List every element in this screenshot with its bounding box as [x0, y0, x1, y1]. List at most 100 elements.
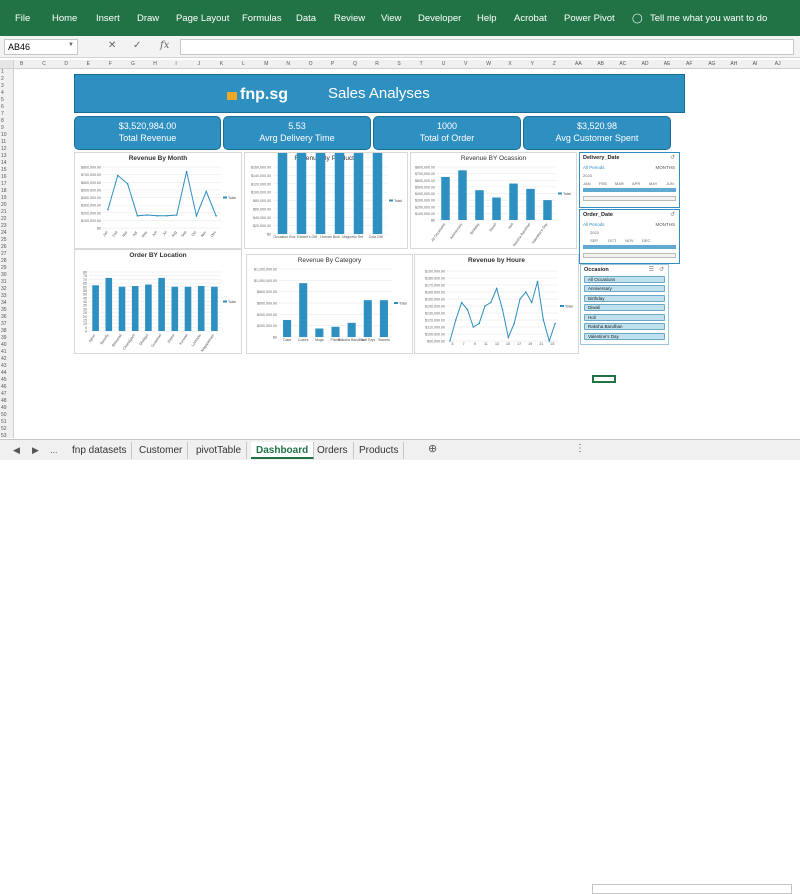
column-header[interactable]: T	[420, 61, 423, 67]
month-label[interactable]: MAR	[615, 181, 624, 186]
column-header[interactable]: AB	[597, 61, 604, 67]
sheet-tab-orders[interactable]: Orders	[312, 442, 354, 459]
data-point[interactable]	[146, 214, 149, 216]
column-header[interactable]: AF	[686, 61, 692, 67]
data-point[interactable]	[525, 291, 527, 293]
row-header[interactable]: 48	[1, 398, 7, 404]
tab-insert[interactable]: Insert	[96, 13, 120, 24]
tell-me-search[interactable]: Tell me what you want to do	[650, 13, 767, 24]
bar[interactable]	[509, 183, 518, 220]
month-label[interactable]: DEC	[642, 238, 650, 243]
data-point[interactable]	[116, 174, 119, 177]
data-point[interactable]	[507, 336, 510, 339]
data-point[interactable]	[136, 215, 139, 217]
bar[interactable]	[211, 286, 218, 331]
row-header[interactable]: 50	[1, 412, 7, 418]
tab-draw[interactable]: Draw	[137, 13, 159, 24]
row-header[interactable]: 23	[1, 223, 7, 229]
chart-revenue-by-occasion[interactable]: Revenue BY Ocassion $0 $100,000.00 $200,000…	[410, 152, 577, 249]
column-header[interactable]: AA	[575, 61, 582, 67]
row-header[interactable]: 20	[1, 202, 7, 208]
data-point[interactable]	[478, 322, 480, 325]
clear-filter-icon[interactable]: ↺	[670, 211, 675, 218]
column-header[interactable]: I	[175, 61, 176, 67]
sheet-tab-fnp-datasets[interactable]: fnp datasets	[67, 442, 133, 459]
row-header[interactable]: 47	[1, 391, 7, 397]
row-header[interactable]: 19	[1, 195, 7, 201]
column-header[interactable]: AD	[642, 61, 649, 67]
clear-filter-icon[interactable]: ↺	[670, 154, 675, 161]
bar[interactable]	[299, 283, 308, 337]
data-point[interactable]	[215, 215, 217, 217]
tab-formulas[interactable]: Formulas	[242, 13, 282, 24]
row-header[interactable]: 38	[1, 328, 7, 334]
scroll-left-icon[interactable]: ◀	[13, 445, 20, 456]
chart-revenue-by-product[interactable]: Revenue By Producte $0 $20,000.00 $40,000.0…	[244, 152, 408, 249]
slicer-item[interactable]: Valentine's Day	[584, 333, 665, 340]
row-header[interactable]: 21	[1, 209, 7, 215]
month-label[interactable]: SEP	[590, 238, 598, 243]
column-header[interactable]: AC	[619, 61, 626, 67]
row-header[interactable]: 13	[1, 153, 7, 159]
row-header[interactable]: 51	[1, 419, 7, 425]
row-header[interactable]: 4	[1, 90, 4, 96]
row-header[interactable]: 35	[1, 307, 7, 313]
bar[interactable]	[353, 153, 364, 234]
data-point[interactable]	[460, 301, 463, 304]
split-handle-icon[interactable]: ⋮	[575, 443, 585, 454]
sheet-tab-products[interactable]: Products	[354, 442, 405, 459]
row-header[interactable]: 9	[1, 125, 4, 131]
bar[interactable]	[277, 153, 288, 234]
column-header[interactable]: N	[286, 61, 290, 67]
column-header[interactable]: H	[153, 61, 157, 67]
month-label[interactable]: NOV	[625, 238, 634, 243]
chevron-down-icon[interactable]: ▼	[68, 42, 74, 48]
row-header[interactable]: 3	[1, 83, 4, 89]
column-header[interactable]: G	[131, 61, 135, 67]
bar[interactable]	[372, 153, 383, 234]
data-point[interactable]	[472, 326, 475, 328]
row-header[interactable]: 28	[1, 258, 7, 264]
row-header[interactable]: 44	[1, 370, 7, 376]
bar[interactable]	[347, 322, 356, 337]
bar[interactable]	[197, 286, 205, 331]
column-header[interactable]: L	[242, 61, 245, 67]
bar[interactable]	[296, 153, 307, 234]
row-header[interactable]: 42	[1, 356, 7, 362]
row-header[interactable]: 10	[1, 132, 7, 138]
select-all-corner[interactable]	[0, 60, 14, 69]
data-point[interactable]	[449, 340, 451, 342]
bar[interactable]	[331, 326, 340, 337]
tab-page-layout[interactable]: Page Layout	[176, 13, 229, 24]
bar[interactable]	[526, 188, 535, 220]
data-point[interactable]	[542, 319, 545, 321]
timeline-scrollbar[interactable]	[583, 196, 676, 201]
chart-revenue-by-category[interactable]: Revenue By Category $0 $200,000.00 $400,000…	[246, 254, 413, 354]
column-header[interactable]: S	[397, 61, 400, 67]
row-header[interactable]: 26	[1, 244, 7, 250]
row-header[interactable]: 2	[1, 76, 4, 82]
column-header[interactable]: J	[198, 61, 201, 67]
tab-review[interactable]: Review	[334, 13, 365, 24]
slicer-item[interactable]: Anniversary	[584, 285, 665, 292]
row-header[interactable]: 43	[1, 363, 7, 369]
row-header[interactable]: 45	[1, 377, 7, 383]
data-point[interactable]	[205, 190, 208, 193]
bar[interactable]	[92, 285, 99, 331]
row-header[interactable]: 5	[1, 97, 4, 103]
data-point[interactable]	[166, 215, 168, 217]
more-sheets-icon[interactable]: ...	[50, 445, 58, 455]
add-sheet-icon[interactable]: ⊕	[428, 442, 437, 455]
tab-file[interactable]: File	[15, 13, 30, 24]
slicer-order-date[interactable]: Order_Date ↺ All Periods MONTHS 2023 SEP…	[579, 209, 680, 264]
column-header[interactable]: Z	[553, 61, 556, 67]
slicer-unit[interactable]: MONTHS	[656, 222, 676, 227]
month-label[interactable]: FEB	[599, 181, 607, 186]
timeline-scrollbar[interactable]	[583, 253, 676, 258]
data-point[interactable]	[519, 298, 521, 300]
chart-order-by-location[interactable]: Order BY Location 0 5 10 15 20 25 30 35 40 45 50 55 6…	[74, 249, 242, 354]
column-header[interactable]: E	[87, 61, 90, 67]
row-header[interactable]: 49	[1, 405, 7, 411]
column-header[interactable]: K	[220, 61, 223, 67]
row-header[interactable]: 11	[1, 139, 6, 145]
